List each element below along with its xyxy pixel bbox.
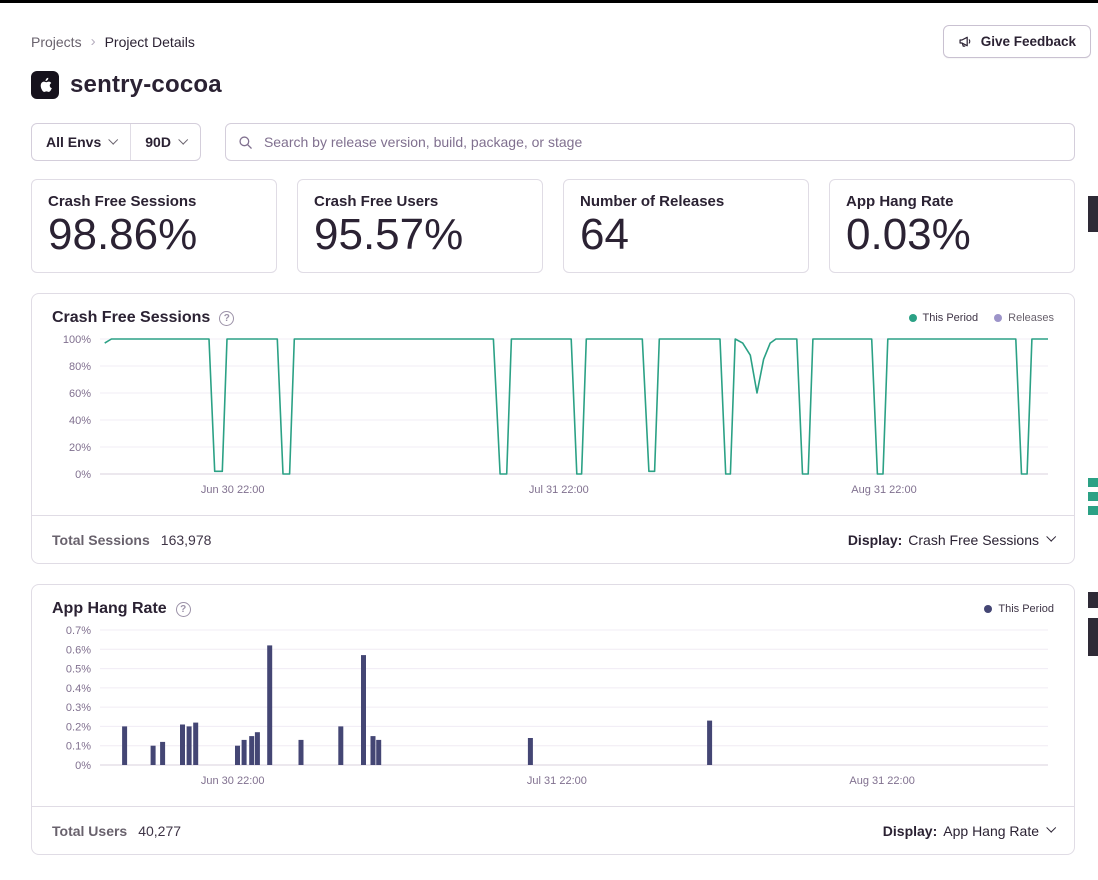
svg-text:0.1%: 0.1% bbox=[66, 741, 91, 753]
crash-free-sessions-panel: Crash Free Sessions ? This Period Releas… bbox=[31, 293, 1075, 564]
stat-card-crash-free-users: Crash Free Users 95.57% bbox=[297, 179, 543, 273]
app-hang-rate-panel: App Hang Rate ? This Period 0.7% 0.6% 0.5%… bbox=[31, 584, 1075, 855]
help-icon[interactable]: ? bbox=[219, 311, 234, 326]
legend-releases[interactable]: Releases bbox=[994, 312, 1054, 324]
search-icon bbox=[238, 135, 253, 150]
chart-area: 100% 80% 60% 40% 20% 0% Jun 30 22:00 Jul 31 22:… bbox=[32, 327, 1074, 515]
give-feedback-button[interactable]: Give Feedback bbox=[943, 25, 1091, 58]
breadcrumb-separator-icon: › bbox=[91, 33, 96, 50]
help-icon[interactable]: ? bbox=[176, 602, 191, 617]
breadcrumb-current-page: Project Details bbox=[105, 34, 195, 50]
legend-this-period[interactable]: This Period bbox=[984, 603, 1054, 615]
total-sessions-label: Total Sessions bbox=[52, 532, 150, 548]
date-range-selector-label: 90D bbox=[145, 134, 171, 150]
page-content: Projects › Project Details Give Feedback… bbox=[0, 25, 1098, 855]
chart-area: 0.7% 0.6% 0.5% 0.4% 0.3% 0.2% 0.1% 0% Jun 30 22:… bbox=[32, 618, 1074, 806]
legend-dot-icon bbox=[994, 314, 1002, 322]
svg-text:Aug 31 22:00: Aug 31 22:00 bbox=[849, 775, 914, 787]
release-search-box[interactable] bbox=[225, 123, 1075, 161]
breadcrumb-projects-link[interactable]: Projects bbox=[31, 34, 82, 50]
panel-title: App Hang Rate bbox=[52, 600, 167, 618]
svg-text:60%: 60% bbox=[69, 388, 91, 400]
svg-text:0%: 0% bbox=[75, 760, 91, 772]
svg-text:Aug 31 22:00: Aug 31 22:00 bbox=[851, 484, 916, 496]
screen-edge-artifact bbox=[1088, 492, 1098, 501]
screen-edge-artifact bbox=[1088, 506, 1098, 515]
apple-platform-icon bbox=[31, 71, 59, 99]
search-input[interactable] bbox=[262, 133, 1062, 151]
environment-selector-label: All Envs bbox=[46, 134, 101, 150]
svg-text:40%: 40% bbox=[69, 415, 91, 427]
chart-legend: This Period bbox=[984, 603, 1054, 615]
crash-free-sessions-chart: 100% 80% 60% 40% 20% 0% Jun 30 22:00 Jul 31 22:… bbox=[52, 329, 1054, 515]
legend-dot-icon bbox=[984, 605, 992, 613]
total-sessions-value: 163,978 bbox=[161, 532, 212, 548]
stat-label: Number of Releases bbox=[580, 193, 792, 210]
app-hang-rate-chart: 0.7% 0.6% 0.5% 0.4% 0.3% 0.2% 0.1% 0% Jun 30 22:… bbox=[52, 620, 1054, 806]
panel-footer: Total Users 40,277 Display: App Hang Rat… bbox=[32, 806, 1074, 854]
screen-edge-artifact bbox=[1088, 478, 1098, 487]
svg-text:Jul 31 22:00: Jul 31 22:00 bbox=[529, 484, 589, 496]
stat-card-app-hang-rate: App Hang Rate 0.03% bbox=[829, 179, 1075, 273]
chevron-down-icon bbox=[178, 134, 188, 144]
display-selector[interactable]: Display: App Hang Rate bbox=[883, 823, 1054, 839]
stat-label: App Hang Rate bbox=[846, 193, 1058, 210]
stat-value: 64 bbox=[580, 212, 792, 258]
chevron-down-icon bbox=[109, 134, 119, 144]
chart-legend: This Period Releases bbox=[909, 312, 1055, 324]
svg-text:0%: 0% bbox=[75, 469, 91, 481]
project-header: sentry-cocoa bbox=[31, 71, 1075, 99]
summary-stats: Crash Free Sessions 98.86% Crash Free Us… bbox=[31, 179, 1075, 273]
screen-edge-artifact bbox=[1088, 196, 1098, 232]
svg-text:0.2%: 0.2% bbox=[66, 721, 91, 733]
total-users-label: Total Users bbox=[52, 823, 127, 839]
date-range-selector[interactable]: 90D bbox=[130, 124, 200, 160]
panel-header: App Hang Rate ? This Period bbox=[32, 585, 1074, 618]
legend-dot-icon bbox=[909, 314, 917, 322]
window-top-edge bbox=[0, 0, 1098, 3]
panel-footer: Total Sessions 163,978 Display: Crash Fr… bbox=[32, 515, 1074, 563]
stat-card-number-of-releases: Number of Releases 64 bbox=[563, 179, 809, 273]
stat-card-crash-free-sessions: Crash Free Sessions 98.86% bbox=[31, 179, 277, 273]
legend-this-period[interactable]: This Period bbox=[909, 312, 979, 324]
svg-text:80%: 80% bbox=[69, 361, 91, 373]
chevron-down-icon bbox=[1046, 823, 1056, 833]
chevron-down-icon bbox=[1046, 532, 1056, 542]
svg-text:0.6%: 0.6% bbox=[66, 644, 91, 656]
display-selector[interactable]: Display: Crash Free Sessions bbox=[848, 532, 1054, 548]
svg-text:Jun 30 22:00: Jun 30 22:00 bbox=[201, 484, 265, 496]
stat-value: 95.57% bbox=[314, 212, 526, 258]
filter-bar: All Envs 90D bbox=[31, 123, 1075, 161]
breadcrumb: Projects › Project Details Give Feedback bbox=[31, 25, 1075, 58]
svg-text:Jun 30 22:00: Jun 30 22:00 bbox=[201, 775, 265, 787]
panel-header: Crash Free Sessions ? This Period Releas… bbox=[32, 294, 1074, 327]
svg-text:0.5%: 0.5% bbox=[66, 664, 91, 676]
give-feedback-label: Give Feedback bbox=[981, 34, 1076, 49]
environment-selector[interactable]: All Envs bbox=[32, 124, 130, 160]
total-users-value: 40,277 bbox=[138, 823, 181, 839]
page-title: sentry-cocoa bbox=[70, 71, 222, 99]
stat-value: 98.86% bbox=[48, 212, 260, 258]
svg-text:0.4%: 0.4% bbox=[66, 683, 91, 695]
svg-text:20%: 20% bbox=[69, 442, 91, 454]
screen-edge-artifact bbox=[1088, 592, 1098, 608]
svg-text:100%: 100% bbox=[63, 334, 91, 346]
filter-group: All Envs 90D bbox=[31, 123, 201, 161]
stat-label: Crash Free Users bbox=[314, 193, 526, 210]
screen-edge-artifact bbox=[1088, 618, 1098, 656]
panel-title: Crash Free Sessions bbox=[52, 309, 210, 327]
svg-text:Jul 31 22:00: Jul 31 22:00 bbox=[527, 775, 587, 787]
megaphone-icon bbox=[958, 34, 973, 49]
svg-text:0.7%: 0.7% bbox=[66, 625, 91, 637]
svg-text:0.3%: 0.3% bbox=[66, 702, 91, 714]
stat-label: Crash Free Sessions bbox=[48, 193, 260, 210]
stat-value: 0.03% bbox=[846, 212, 1058, 258]
